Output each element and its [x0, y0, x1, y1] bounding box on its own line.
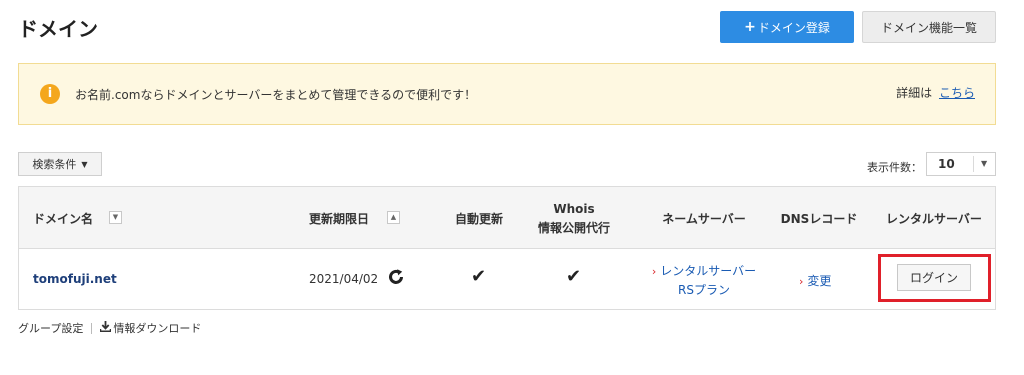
header-rental-server: レンタルサーバー — [886, 212, 982, 226]
banner-detail-link[interactable]: こちら — [939, 86, 975, 100]
chevron-down-icon: ▼ — [981, 159, 988, 168]
select-divider — [973, 156, 974, 172]
plus-icon: + — [744, 19, 756, 35]
search-conditions-dropdown[interactable]: 検索条件 ▼ — [18, 152, 102, 176]
info-banner: i お名前.comならドメインとサーバーをまとめて管理できるので便利です！ 詳細… — [18, 63, 996, 125]
group-settings-link[interactable]: グループ設定 — [18, 320, 83, 336]
header-whois-line1: Whois — [553, 202, 595, 216]
chevron-down-icon: ▼ — [81, 159, 88, 169]
whois-check-icon: ✔ — [566, 266, 582, 287]
expiry-date: 2021/04/02 — [309, 272, 379, 286]
register-domain-label: ドメイン登録 — [757, 20, 830, 35]
register-domain-button[interactable]: + ドメイン登録 — [720, 11, 854, 43]
login-highlight-box: ログイン — [878, 254, 991, 302]
header-expiry-label: 更新期限日 — [309, 212, 370, 226]
footer-links: グループ設定 情報ダウンロード — [18, 320, 201, 336]
domain-table: ドメイン名 ▼ 更新期限日 ▲ 自動更新 Whois 情報公開代行 ネームサーバ… — [18, 186, 996, 310]
search-conditions-label: 検索条件 — [32, 158, 77, 171]
page-size-label: 表示件数： — [867, 161, 922, 174]
banner-detail-prefix: 詳細は — [896, 86, 933, 100]
footer-divider — [91, 322, 93, 334]
header-domain: ドメイン名 — [33, 210, 93, 227]
banner-detail: 詳細は こちら — [896, 84, 975, 101]
header-whois: Whois 情報公開代行 — [524, 202, 624, 236]
table-header: ドメイン名 ▼ 更新期限日 ▲ 自動更新 Whois 情報公開代行 ネームサーバ… — [19, 187, 995, 249]
auto-renew-check-icon: ✔ — [471, 266, 487, 287]
sort-domain-icon[interactable]: ▼ — [109, 211, 122, 224]
header-dns: DNSレコード — [780, 212, 858, 226]
header-expiry: 更新期限日 — [309, 210, 369, 227]
page-size-value: 10 — [938, 157, 955, 171]
page-size-select[interactable]: 10 ▼ — [926, 152, 996, 176]
chevron-right-icon: › — [651, 265, 657, 278]
rental-server-login-button[interactable]: ログイン — [897, 264, 971, 291]
banner-message: お名前.comならドメインとサーバーをまとめて管理できるので便利です！ — [75, 88, 477, 102]
domain-features-button[interactable]: ドメイン機能一覧 — [862, 11, 996, 43]
nameserver-line2: RSプラン — [678, 283, 730, 297]
header-nameserver: ネームサーバー — [662, 212, 746, 226]
domain-name-link[interactable]: tomofuji.net — [33, 272, 117, 286]
info-icon: i — [40, 84, 60, 104]
header-whois-line2: 情報公開代行 — [537, 221, 610, 235]
chevron-right-icon: › — [799, 275, 804, 288]
dns-change-link[interactable]: › 変更 — [799, 272, 831, 289]
sort-expiry-icon[interactable]: ▲ — [387, 211, 400, 224]
download-info-link[interactable]: 情報ダウンロード — [113, 320, 201, 336]
nameserver-link[interactable]: › レンタルサーバー RSプラン — [639, 262, 769, 299]
download-icon — [100, 321, 112, 335]
page-title: ドメイン — [18, 17, 98, 41]
table-row: tomofuji.net 2021/04/02 ✔ ✔ › レンタルサーバー RS… — [19, 249, 995, 309]
refresh-icon[interactable] — [387, 268, 405, 290]
header-domain-label: ドメイン名 — [33, 212, 94, 226]
nameserver-line1: レンタルサーバー — [660, 264, 757, 278]
header-auto-renew: 自動更新 — [454, 212, 503, 226]
dns-change-label: 変更 — [807, 274, 832, 288]
